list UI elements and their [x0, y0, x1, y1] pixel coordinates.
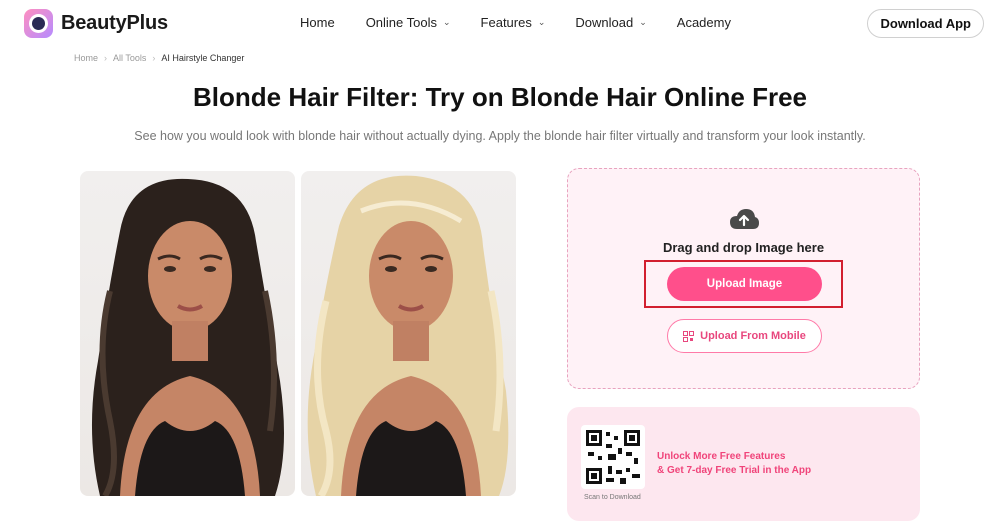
drag-drop-text: Drag and drop Image here	[662, 240, 825, 255]
cloud-upload-icon	[730, 209, 759, 229]
nav-label: Online Tools	[365, 15, 437, 30]
upload-dropzone[interactable]: Drag and drop Image here Upload Image Up…	[567, 168, 920, 389]
promo-headline: Unlock More Free Features	[657, 451, 786, 462]
nav-label: Download	[575, 15, 634, 30]
upload-from-mobile-label: Upload From Mobile	[700, 330, 806, 342]
qr-code-icon	[586, 430, 640, 484]
nav-item-academy[interactable]: Academy	[677, 15, 731, 30]
nav-label: Features	[480, 15, 532, 30]
breadcrumb-all-tools[interactable]: All Tools	[113, 53, 146, 63]
breadcrumb: Home › All Tools › AI Hairstyle Changer	[74, 53, 244, 63]
nav-item-features[interactable]: Features ⌄	[481, 15, 546, 30]
brand-logo[interactable]: BeautyPlus	[24, 9, 168, 38]
blonde-hair-portrait	[307, 175, 509, 496]
upload-image-button[interactable]: Upload Image	[667, 267, 822, 301]
nav-item-home[interactable]: Home	[300, 15, 335, 30]
nav-label: Home	[300, 15, 335, 30]
chevron-down-icon: ⌄	[537, 17, 546, 27]
download-qr-code	[581, 425, 645, 489]
app-promo-card: Scan to Download Unlock More Free Featur…	[567, 407, 920, 521]
breadcrumb-current: AI Hairstyle Changer	[161, 53, 245, 63]
chevron-right-icon: ›	[104, 53, 108, 63]
chevron-down-icon: ⌄	[639, 17, 647, 27]
page-title: Blonde Hair Filter: Try on Blonde Hair O…	[193, 82, 807, 112]
site-header: BeautyPlus Home Online Tools ⌄ Features …	[0, 0, 1000, 46]
chevron-right-icon: ›	[152, 53, 156, 63]
after-photo	[301, 171, 516, 496]
promo-trial-text: & Get 7-day Free Trial in the App	[657, 465, 812, 476]
download-app-button[interactable]: Download App	[867, 9, 984, 38]
nav-label: Academy	[676, 15, 731, 30]
page-subtitle: See how you would look with blonde hair …	[134, 129, 866, 143]
before-photo	[80, 171, 295, 496]
dark-hair-portrait	[91, 178, 284, 496]
qr-code-icon	[683, 330, 695, 342]
scan-to-download-text: Scan to Download	[584, 494, 641, 501]
logo-icon	[24, 9, 53, 38]
chevron-down-icon: ⌄	[443, 17, 451, 27]
upload-from-mobile-button[interactable]: Upload From Mobile	[667, 319, 822, 353]
main-nav: Home Online Tools ⌄ Features ⌄ Download …	[300, 15, 731, 30]
brand-name: BeautyPlus	[61, 12, 168, 34]
breadcrumb-home[interactable]: Home	[74, 53, 98, 63]
nav-item-download[interactable]: Download ⌄	[575, 15, 646, 30]
nav-item-online-tools[interactable]: Online Tools ⌄	[366, 15, 451, 30]
